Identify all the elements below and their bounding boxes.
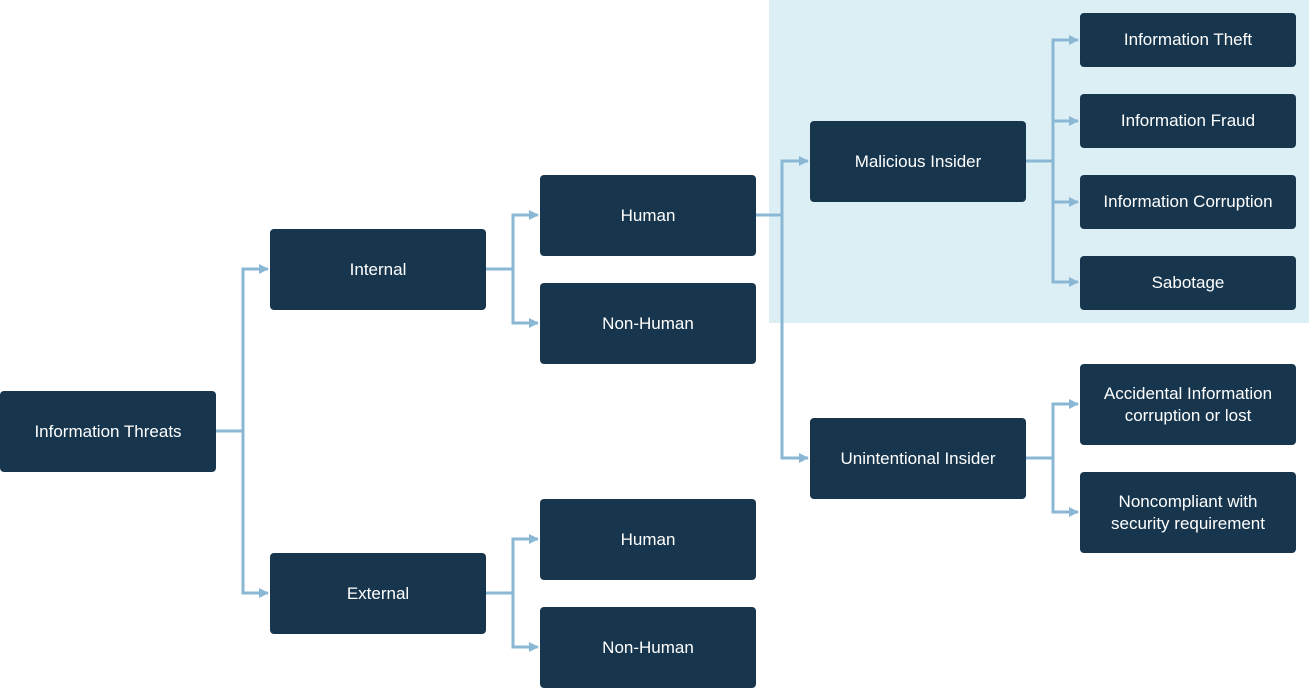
- edge-root-external: [241, 431, 269, 598]
- edge-unintentional-noncompliant: [1051, 458, 1079, 517]
- edge-unintentional-accidental: [1026, 399, 1079, 460]
- node-malicious-insider[interactable]: Malicious Insider: [810, 121, 1026, 202]
- node-noncompliant-security[interactable]: Noncompliant with security requirement: [1080, 472, 1296, 553]
- edge-malicious-theft: [1026, 35, 1079, 163]
- node-information-theft[interactable]: Information Theft: [1080, 13, 1296, 67]
- node-external-non-human[interactable]: Non-Human: [540, 607, 756, 688]
- node-accidental-information-corruption[interactable]: Accidental Information corruption or los…: [1080, 364, 1296, 445]
- node-information-threats[interactable]: Information Threats: [0, 391, 216, 472]
- node-internal-human[interactable]: Human: [540, 175, 756, 256]
- node-external-human[interactable]: Human: [540, 499, 756, 580]
- node-internal[interactable]: Internal: [270, 229, 486, 310]
- node-unintentional-insider[interactable]: Unintentional Insider: [810, 418, 1026, 499]
- edge-external-human: [486, 534, 539, 595]
- node-information-fraud[interactable]: Information Fraud: [1080, 94, 1296, 148]
- edge-internal-nonhuman: [511, 269, 539, 328]
- edge-root-internal: [216, 264, 269, 433]
- edge-malicious-corruption: [1051, 161, 1079, 207]
- edge-internal-human: [486, 210, 539, 271]
- node-internal-non-human[interactable]: Non-Human: [540, 283, 756, 364]
- edge-human-malicious: [756, 156, 809, 217]
- node-information-corruption[interactable]: Information Corruption: [1080, 175, 1296, 229]
- node-sabotage[interactable]: Sabotage: [1080, 256, 1296, 310]
- edge-external-nonhuman: [511, 593, 539, 652]
- edge-malicious-sabotage: [1051, 202, 1079, 287]
- node-external[interactable]: External: [270, 553, 486, 634]
- edge-human-unintentional: [780, 215, 809, 463]
